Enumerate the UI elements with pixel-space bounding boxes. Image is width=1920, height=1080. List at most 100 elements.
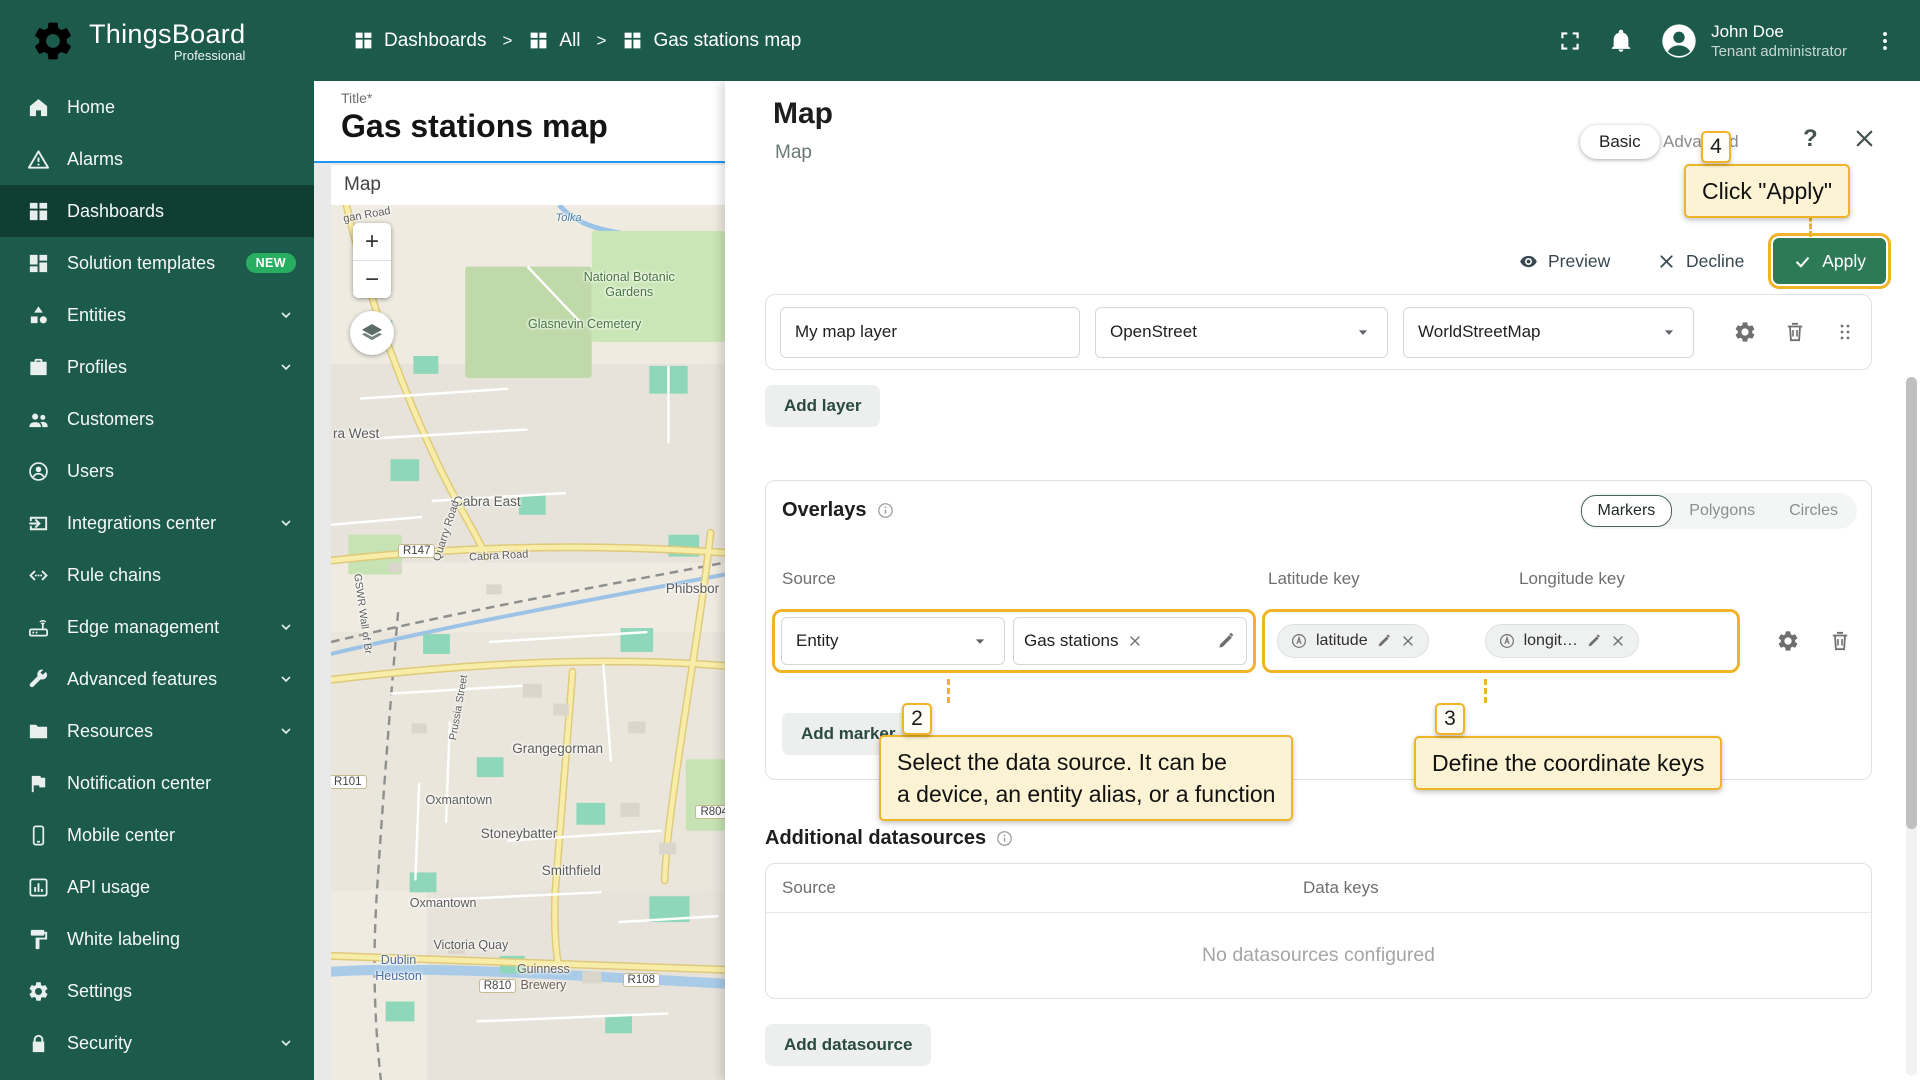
sidebar-item-customers[interactable]: Customers [0,393,314,445]
sidebar-item-mobile-center[interactable]: Mobile center [0,809,314,861]
help-button[interactable]: ? [1803,125,1818,153]
chevron-down-icon [276,305,296,325]
layer-type-select[interactable]: WorldStreetMap [1403,306,1694,358]
callout-step-2-text: Select the data source. It can be a devi… [879,735,1294,822]
longitude-key-chip[interactable]: longit… [1484,624,1639,658]
sidebar-item-label: Mobile center [67,824,176,845]
dashboard-edit-panel: Title* Gas stations map Map gan Road Tol… [314,81,725,1080]
preview-button[interactable]: Preview [1518,239,1610,283]
callout-step-4-number: 4 [1701,131,1731,163]
layer-settings-icon[interactable] [1733,320,1757,344]
remove-key-icon[interactable] [1610,633,1626,649]
api-usage-icon [27,876,50,899]
sidebar-item-api-usage[interactable]: API usage [0,861,314,913]
tab-polygons[interactable]: Polygons [1672,495,1772,527]
sidebar-item-white-labeling[interactable]: White labeling [0,913,314,965]
zoom-in-button[interactable]: + [353,223,391,260]
sidebar-item-label: Entities [67,304,127,325]
layer-row-actions [1733,320,1857,344]
callout-connector-3 [1484,679,1487,703]
map-label-glasnevin-cemetery: Glasnevin Cemetery [528,317,642,331]
edge-management-icon [27,616,50,639]
clear-entity-icon[interactable] [1127,633,1143,649]
map-layers-button[interactable] [350,311,394,355]
edit-entity-icon[interactable] [1216,631,1236,651]
map-label-phibsborough: Phibsbor [665,581,720,597]
profiles-icon [27,356,50,379]
tab-markers[interactable]: Markers [1580,495,1673,527]
close-panel-button[interactable] [1851,125,1878,155]
panel-title: Map [773,97,833,130]
sidebar-item-notification-center[interactable]: Notification center [0,757,314,809]
close-icon [1851,125,1878,152]
add-layer-button[interactable]: Add layer [765,385,881,427]
add-datasource-button[interactable]: Add datasource [765,1024,932,1066]
sidebar-item-integrations-center[interactable]: Integrations center [0,497,314,549]
breadcrumb-item-current[interactable]: Gas stations map [622,30,801,52]
drag-handle-icon[interactable] [1833,320,1857,344]
sidebar-item-profiles[interactable]: Profiles [0,341,314,393]
layer-name-input[interactable]: My map layer [780,306,1080,358]
white-labeling-icon [27,928,50,951]
overlays-title: Overlays [782,499,867,521]
users-icon [27,460,50,483]
layer-name-value: My map layer [795,322,898,341]
latitude-key-value: latitude [1316,632,1368,649]
dashboard-title-input[interactable]: Gas stations map [341,108,725,145]
sidebar-item-settings[interactable]: Settings [0,965,314,1017]
sidebar-item-label: Users [67,460,115,481]
sidebar-item-users[interactable]: Users [0,445,314,497]
map-label-oxmantown-north: Oxmantown [425,792,493,807]
user-menu[interactable]: John Doe Tenant administrator [1659,21,1847,61]
dashboards-icon [353,30,374,51]
sidebar-item-dashboards[interactable]: Dashboards [0,185,314,237]
brand-text: ThingsBoard Professional [89,19,245,63]
mode-basic-toggle[interactable]: Basic [1580,125,1660,159]
marker-settings-icon[interactable] [1776,629,1800,653]
source-highlight-box: Entity Gas stations [772,609,1256,673]
breadcrumb-separator: > [596,30,607,50]
scrollbar-thumb[interactable] [1906,377,1917,829]
brand[interactable]: ThingsBoard Professional [0,18,314,64]
sidebar-item-edge-management[interactable]: Edge management [0,601,314,653]
more-menu-button[interactable] [1872,28,1898,54]
brand-subtitle: Professional [173,47,246,63]
map-road-ref-r108: R108 [622,973,661,988]
breadcrumb-item-dashboards[interactable]: Dashboards [353,30,486,52]
map-provider-select[interactable]: OpenStreet [1095,306,1388,358]
scrollbar-track[interactable] [1906,377,1917,1076]
callout-step-2-line1: Select the data source. It can be [897,749,1227,775]
zoom-out-button[interactable]: − [353,261,391,298]
tab-circles[interactable]: Circles [1772,495,1855,527]
delete-layer-icon[interactable] [1783,320,1807,344]
map-label-victoria-quay: Victoria Quay [433,938,509,953]
sidebar-item-label: White labeling [67,928,181,949]
chevron-down-icon [276,721,296,741]
sidebar-item-alarms[interactable]: Alarms [0,133,314,185]
sidebar-item-rule-chains[interactable]: Rule chains [0,549,314,601]
sidebar-item-resources[interactable]: Resources [0,705,314,757]
decline-button[interactable]: Decline [1656,239,1744,283]
source-type-select[interactable]: Entity [781,617,1005,665]
latitude-key-chip[interactable]: latitude [1277,624,1429,658]
fullscreen-button[interactable] [1557,28,1583,54]
delete-marker-icon[interactable] [1828,629,1852,653]
entity-alias-field[interactable]: Gas stations [1013,617,1247,665]
layer-type-value: WorldStreetMap [1418,322,1541,341]
preview-label: Preview [1548,250,1611,271]
sidebar-item-home[interactable]: Home [0,81,314,133]
notifications-button[interactable] [1608,28,1634,54]
sidebar-item-label: Dashboards [67,200,165,221]
sidebar-item-security[interactable]: Security [0,1017,314,1069]
map-canvas[interactable]: gan Road Tolka National Botanic Gardens … [331,205,725,1080]
edit-key-icon[interactable] [1586,633,1602,649]
apply-button[interactable]: Apply [1768,233,1891,289]
map-widget-card: Map gan Road Tolka National Botanic Gard… [331,165,725,1080]
sidebar-item-solution-templates[interactable]: Solution templates NEW [0,237,314,289]
sidebar-item-entities[interactable]: Entities [0,289,314,341]
remove-key-icon[interactable] [1400,633,1416,649]
sidebar-item-advanced-features[interactable]: Advanced features [0,653,314,705]
breadcrumb-item-all[interactable]: All [528,30,581,52]
chevron-down-icon [276,513,296,533]
edit-key-icon[interactable] [1376,633,1392,649]
